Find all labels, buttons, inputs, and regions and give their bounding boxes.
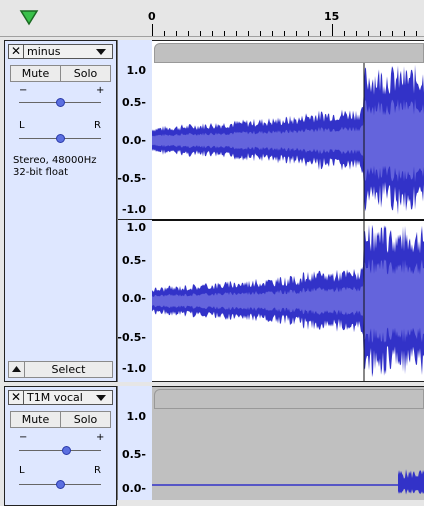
amplitude-scale-label: 1.0 (126, 64, 147, 77)
track-control-panel[interactable]: ✕ minus Mute Solo − + L R Stereo, 48000H… (4, 40, 117, 382)
chevron-down-icon (96, 49, 106, 55)
ruler-tick-minor (224, 31, 225, 36)
gain-slider-track[interactable] (19, 450, 101, 451)
ruler-tick-minor (272, 31, 273, 36)
chevron-down-icon (96, 395, 106, 401)
amplitude-scale-label: 0.5- (121, 96, 146, 109)
amplitude-scale-label: 0.0- (121, 292, 146, 305)
ruler-tick-minor (176, 31, 177, 36)
track-name-menu-button[interactable]: minus (24, 44, 113, 59)
pan-right-label: R (94, 465, 101, 476)
amplitude-scale-label: -1.0 (121, 203, 146, 216)
amplitude-scale-label: 1.0 (126, 221, 147, 234)
mute-button[interactable]: Mute (10, 65, 61, 82)
waveform-channels[interactable] (152, 63, 424, 381)
pan-left-label: L (19, 120, 25, 131)
ruler-tick-label: 0 (148, 10, 156, 23)
ruler-tick-minor (284, 31, 285, 36)
gain-plus-label: + (96, 85, 105, 96)
amplitude-scale-label: -0.5- (117, 172, 146, 185)
solo-button[interactable]: Solo (61, 65, 111, 82)
select-row: Select (8, 361, 113, 378)
track-control-panel[interactable]: ✕ T1M vocal Mute Solo − + L R (4, 386, 117, 506)
solo-button[interactable]: Solo (61, 411, 111, 428)
collapse-up-icon (12, 366, 21, 372)
ruler-tick-minor (188, 31, 189, 36)
collapse-track-button[interactable] (8, 361, 25, 378)
amplitude-scale-label: 0.5- (121, 448, 146, 461)
mute-solo-row: Mute Solo (10, 65, 111, 82)
pan-slider-thumb[interactable] (56, 480, 65, 489)
gain-slider-thumb[interactable] (62, 446, 71, 455)
waveform-peak (398, 469, 424, 495)
channel-divider (118, 219, 154, 220)
ruler-tick-label: 15 (324, 10, 340, 23)
track-name: T1M vocal (27, 391, 83, 404)
ruler-tick-major (332, 24, 333, 36)
clip-title-bar[interactable] (154, 389, 424, 409)
close-track-button[interactable]: ✕ (8, 44, 24, 59)
gain-minus-label: − (19, 85, 28, 96)
amplitude-scale-label: 0.0- (121, 482, 146, 495)
ruler-tick-minor (200, 31, 201, 36)
ruler-tick-minor (296, 31, 297, 36)
mute-button[interactable]: Mute (10, 411, 61, 428)
channel-separator (152, 219, 424, 221)
waveform-rms (152, 259, 424, 343)
ruler-tick-minor (344, 31, 345, 36)
ruler-tick-minor (236, 31, 237, 36)
waveform-channel[interactable] (152, 409, 424, 501)
gain-minus-label: − (19, 432, 28, 443)
track-name-menu-button[interactable]: T1M vocal (24, 390, 113, 405)
waveform-area[interactable] (152, 386, 424, 500)
ruler-tick-minor (416, 31, 417, 36)
select-track-button[interactable]: Select (25, 361, 113, 378)
track-format-line: 32-bit float (13, 167, 69, 178)
track-format-info: Stereo, 48000Hz 32-bit float (13, 155, 97, 179)
pan-slider-thumb[interactable] (56, 134, 65, 143)
waveform-left-channel[interactable] (152, 64, 424, 215)
amplitude-scale-label: -0.5- (117, 331, 146, 344)
track-header: ✕ minus (8, 44, 113, 59)
waveform-area[interactable] (152, 40, 424, 382)
amplitude-scale-label: 0.0- (121, 134, 146, 147)
ruler-tick-minor (404, 31, 405, 36)
ruler-tick-minor (260, 31, 261, 36)
ruler-tick-minor (392, 31, 393, 36)
track-name: minus (27, 45, 61, 58)
ruler-tick-minor (380, 31, 381, 36)
mute-solo-row: Mute Solo (10, 411, 111, 428)
ruler-tick-minor (320, 31, 321, 36)
ruler-tick-minor (212, 31, 213, 36)
ruler-tick-minor (368, 31, 369, 36)
gain-slider-thumb[interactable] (56, 98, 65, 107)
ruler-tick-minor (164, 31, 165, 36)
play-head-icon[interactable] (19, 9, 39, 27)
ruler-tick-minor (248, 31, 249, 36)
timeline-ruler[interactable]: 0 15 (0, 0, 424, 37)
pan-right-label: R (94, 120, 101, 131)
waveform-right-channel[interactable] (152, 224, 424, 378)
amplitude-ruler[interactable]: 1.0 0.5- 0.0- -0.5- -1.0 1.0 0.5- 0.0- -0.5- -1.0 (117, 40, 154, 382)
amplitude-scale-label: -1.0 (121, 362, 146, 375)
gain-plus-label: + (96, 432, 105, 443)
amplitude-scale-label: 0.5- (121, 254, 146, 267)
clip-title-bar[interactable] (154, 43, 424, 63)
pan-left-label: L (19, 465, 25, 476)
amplitude-scale-label: 1.0 (126, 410, 147, 423)
ruler-tick-minor (356, 31, 357, 36)
close-track-button[interactable]: ✕ (8, 390, 24, 405)
track-header: ✕ T1M vocal (8, 390, 113, 405)
ruler-tick-minor (308, 31, 309, 36)
amplitude-ruler[interactable]: 1.0 0.5- 0.0- (117, 386, 153, 500)
track-format-line: Stereo, 48000Hz (13, 155, 97, 166)
ruler-tick-major (152, 24, 153, 36)
